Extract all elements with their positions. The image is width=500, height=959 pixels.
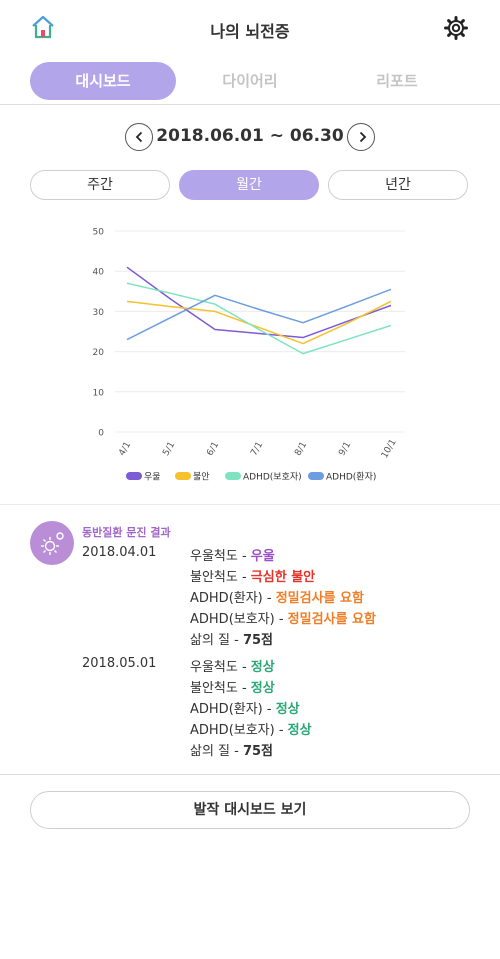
result-line: 불안척도 - 정상 xyxy=(190,681,275,696)
legend-swatch xyxy=(225,472,241,480)
result-line: ADHD(보호자) - 정상 xyxy=(190,723,312,738)
gear-icon[interactable] xyxy=(444,16,468,40)
y-tick-label: 10 xyxy=(93,388,105,398)
result-line: ADHD(보호자) - 정밀검사를 요함 xyxy=(190,612,376,627)
app-title: 나의 뇌전증 xyxy=(210,22,290,41)
legend-swatch xyxy=(308,472,324,480)
legend-label: ADHD(보호자) xyxy=(243,472,302,483)
y-tick-label: 20 xyxy=(93,348,105,358)
series-line xyxy=(126,300,392,345)
next-period-button[interactable] xyxy=(347,123,375,151)
legend-label: ADHD(환자) xyxy=(326,471,376,483)
x-tick-label: 4/1 xyxy=(117,440,133,458)
tab-diary[interactable]: 다이어리 xyxy=(177,62,323,100)
period-monthly[interactable]: 월간 xyxy=(179,170,319,200)
seizure-dashboard-button[interactable]: 발작 대시보드 보기 xyxy=(30,791,470,829)
line-chart: 0 10 20 30 40 50 4/1 5/1 6/1 7/1 8/1 9/1 10/1 우울 불안 ADH… xyxy=(0,215,500,495)
legend-label: 우울 xyxy=(144,472,161,483)
x-tick-label: 7/1 xyxy=(249,440,265,458)
result-line: 삶의 질 - 75점 xyxy=(190,633,274,648)
chart-svg: 0 10 20 30 40 50 4/1 5/1 6/1 7/1 8/1 9/1 10/1 우울 불안 ADH… xyxy=(93,228,405,483)
y-tick-label: 30 xyxy=(93,308,105,318)
x-tick-label: 5/1 xyxy=(161,440,177,458)
result-line: 우울척도 - 우울 xyxy=(190,549,275,564)
x-tick-label: 9/1 xyxy=(337,440,353,458)
results-title: 동반질환 문진 결과 xyxy=(82,526,171,539)
result-line: ADHD(환자) - 정밀검사를 요함 xyxy=(190,591,364,606)
chevron-right-icon xyxy=(359,131,367,143)
virus-icon xyxy=(30,521,74,565)
divider xyxy=(0,104,500,105)
x-tick-label: 6/1 xyxy=(205,440,221,458)
header: 나의 뇌전증 xyxy=(0,0,500,56)
date-range: 2018.06.01 ~ 06.30 xyxy=(156,126,344,146)
divider xyxy=(0,504,500,505)
legend-label: 불안 xyxy=(193,472,210,483)
tab-report[interactable]: 리포트 xyxy=(324,62,470,100)
y-tick-label: 40 xyxy=(93,268,105,278)
result-line: 우울척도 - 정상 xyxy=(190,660,275,675)
divider xyxy=(0,774,500,775)
result-date: 2018.04.01 xyxy=(82,545,157,560)
period-yearly[interactable]: 년간 xyxy=(328,170,468,200)
legend-swatch xyxy=(175,472,191,480)
result-date: 2018.05.01 xyxy=(82,656,157,671)
legend-swatch xyxy=(126,472,142,480)
x-tick-label: 8/1 xyxy=(293,440,309,458)
series-line xyxy=(126,282,392,355)
period-weekly[interactable]: 주간 xyxy=(30,170,170,200)
x-tick-label: 10/1 xyxy=(380,438,399,461)
y-tick-label: 50 xyxy=(93,228,105,238)
y-tick-label: 0 xyxy=(98,429,104,439)
result-line: 불안척도 - 극심한 불안 xyxy=(190,570,316,585)
result-line: ADHD(환자) - 정상 xyxy=(190,702,300,717)
main-tabs: 대시보드 다이어리 리포트 xyxy=(0,58,500,104)
tab-dashboard[interactable]: 대시보드 xyxy=(30,62,176,100)
date-navigation: 2018.06.01 ~ 06.30 xyxy=(0,120,500,154)
result-line: 삶의 질 - 75점 xyxy=(190,744,274,759)
